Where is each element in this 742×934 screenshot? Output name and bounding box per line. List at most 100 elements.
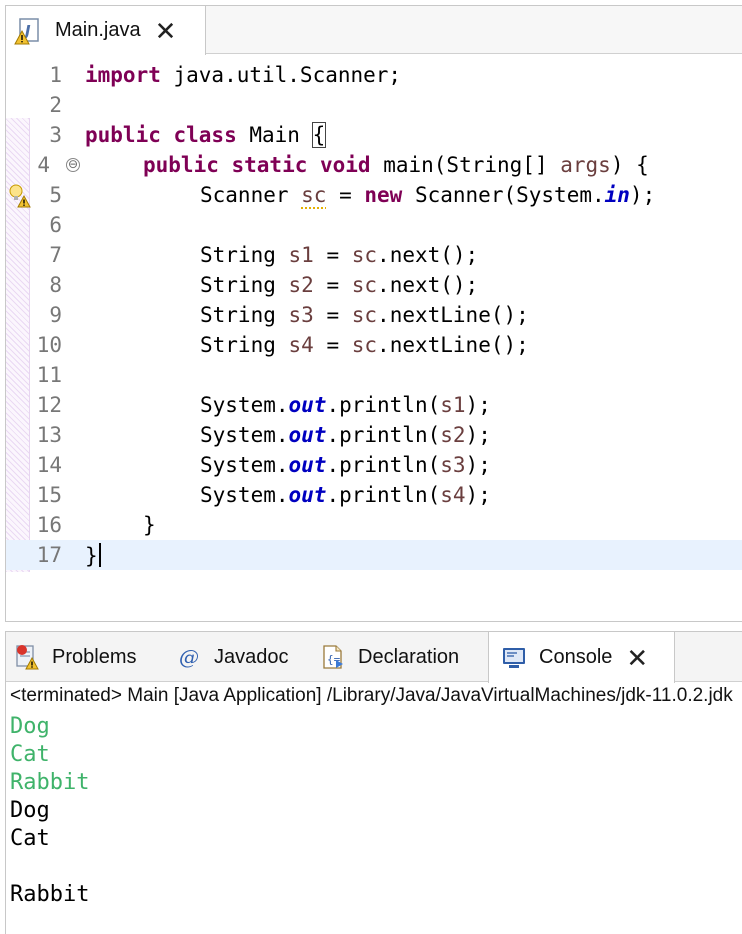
code-text: }	[143, 513, 156, 537]
local-var: sc	[351, 273, 378, 297]
static-field: out	[288, 423, 327, 447]
console-status: <terminated> Main [Java Application] /Li…	[10, 685, 733, 706]
unclosed-resource-warning: sc	[301, 183, 327, 207]
code-line[interactable]: 16 }	[6, 510, 742, 540]
code-text: System.out.println(s3);	[200, 453, 491, 477]
at-icon: @	[179, 645, 199, 669]
console-output[interactable]: Dog Cat Rabbit Dog Cat Rabbit	[10, 713, 89, 909]
code-line[interactable]: 7 String s1 = sc.next();	[6, 240, 742, 270]
code-fragment: =	[313, 303, 352, 327]
code-text: public class Main {	[85, 122, 327, 148]
line-number: 6	[49, 213, 62, 237]
tab-label: Javadoc	[214, 645, 289, 668]
tab-label: Problems	[52, 645, 137, 668]
line-number: 5	[49, 183, 62, 207]
code-text: String s4 = sc.nextLine();	[200, 333, 529, 357]
code-fragment: }	[85, 544, 98, 568]
console-output-line: Rabbit	[10, 882, 90, 907]
code-line[interactable]: 5 Scanner sc = new Scanner(System.in);	[6, 180, 742, 210]
code-line[interactable]: 2	[6, 90, 742, 120]
code-fragment: );	[465, 453, 491, 477]
tab-label: Console	[539, 646, 613, 668]
code-text: String s2 = sc.next();	[200, 273, 478, 297]
line-number: 17	[36, 543, 62, 567]
tab-javadoc[interactable]: @ Javadoc	[174, 632, 289, 682]
code-fragment: .println(	[326, 453, 441, 477]
static-field: out	[288, 453, 327, 477]
code-fragment: System.	[200, 483, 289, 507]
declaration-icon: {=	[318, 642, 348, 672]
keyword: new	[364, 183, 403, 207]
code-text: Scanner sc = new Scanner(System.in);	[200, 183, 655, 207]
code-line[interactable]: 15 System.out.println(s4);	[6, 480, 742, 510]
console-input-line: Rabbit	[10, 770, 90, 795]
line-number: 8	[49, 273, 62, 297]
tab-declaration[interactable]: {= Declaration	[318, 632, 459, 682]
static-field: out	[288, 393, 327, 417]
local-var: sc	[351, 243, 378, 267]
console-output-line: Cat	[10, 826, 50, 851]
panel-tab-bar: Problems @ Javadoc {= Declaration Consol…	[6, 632, 742, 683]
static-field: in	[604, 183, 630, 207]
line-number: 1	[49, 63, 62, 87]
code-fragment: System.	[200, 423, 289, 447]
code-line[interactable]: 1 import java.util.Scanner;	[6, 60, 742, 90]
code-line[interactable]: 11	[6, 360, 742, 390]
code-fragment: =	[313, 243, 352, 267]
line-number: 2	[49, 93, 62, 117]
code-text: String s1 = sc.next();	[200, 243, 478, 267]
param-args: args	[560, 153, 611, 177]
code-fragment: );	[465, 483, 491, 507]
text-caret	[98, 543, 101, 567]
code-text: System.out.println(s1);	[200, 393, 491, 417]
line-number: 9	[49, 303, 62, 327]
code-fragment: main(String[]	[370, 153, 561, 177]
code-fragment: =	[313, 333, 352, 357]
tab-console[interactable]: Console ✕	[488, 632, 675, 683]
code-text: String s3 = sc.nextLine();	[200, 303, 529, 327]
code-line[interactable]: 13 System.out.println(s2);	[6, 420, 742, 450]
tab-problems[interactable]: Problems	[12, 632, 136, 682]
local-var: s4	[440, 483, 466, 507]
code-line[interactable]: 3 public class Main {	[6, 120, 742, 150]
code-line[interactable]: 14 System.out.println(s3);	[6, 450, 742, 480]
code-text: System.out.println(s4);	[200, 483, 491, 507]
code-line[interactable]: 9 String s3 = sc.nextLine();	[6, 300, 742, 330]
code-fragment: Scanner	[200, 183, 302, 207]
code-text: public static void main(String[] args) {	[143, 153, 649, 177]
code-fragment: Scanner(System.	[402, 183, 605, 207]
code-line[interactable]: 6	[6, 210, 742, 240]
line-number: 3	[49, 123, 62, 147]
code-editor[interactable]: 1 import java.util.Scanner; 2 3 public c…	[6, 54, 742, 622]
class-name: Main	[236, 123, 313, 147]
code-fragment: String	[200, 303, 289, 327]
java-file-warning-icon: J	[14, 17, 42, 45]
local-var: sc	[351, 303, 378, 327]
console-input-line: Dog	[10, 714, 50, 739]
tab-main-java[interactable]: J Main.java ✕	[6, 6, 206, 55]
code-text: System.out.println(s2);	[200, 423, 491, 447]
problems-icon	[12, 642, 42, 672]
local-var: sc	[351, 333, 378, 357]
keyword: import	[85, 63, 161, 87]
close-tab-icon[interactable]: ✕	[155, 18, 177, 44]
collapse-fold-icon[interactable]: ⊖	[66, 158, 80, 172]
code-fragment: );	[465, 393, 491, 417]
code-fragment: );	[465, 423, 491, 447]
code-line[interactable]: 12 System.out.println(s1);	[6, 390, 742, 420]
editor-pane: J Main.java ✕ 1 import java.util.Scanner…	[5, 5, 742, 622]
code-text: import java.util.Scanner;	[85, 63, 401, 87]
code-fragment: .next();	[377, 273, 479, 297]
code-line[interactable]: 8 String s2 = sc.next();	[6, 270, 742, 300]
code-line[interactable]: 10 String s4 = sc.nextLine();	[6, 330, 742, 360]
code-fragment: .println(	[326, 483, 441, 507]
code-fragment: .nextLine();	[377, 333, 529, 357]
code-fragment: =	[326, 183, 365, 207]
code-line[interactable]: 4 ⊖ public static void main(String[] arg…	[6, 150, 742, 180]
code-fragment: String	[200, 333, 289, 357]
code-line-current[interactable]: 17 }	[6, 540, 742, 570]
close-console-icon[interactable]: ✕	[626, 645, 648, 671]
bottom-panel: Problems @ Javadoc {= Declaration Consol…	[5, 631, 742, 934]
code-fragment: =	[313, 273, 352, 297]
